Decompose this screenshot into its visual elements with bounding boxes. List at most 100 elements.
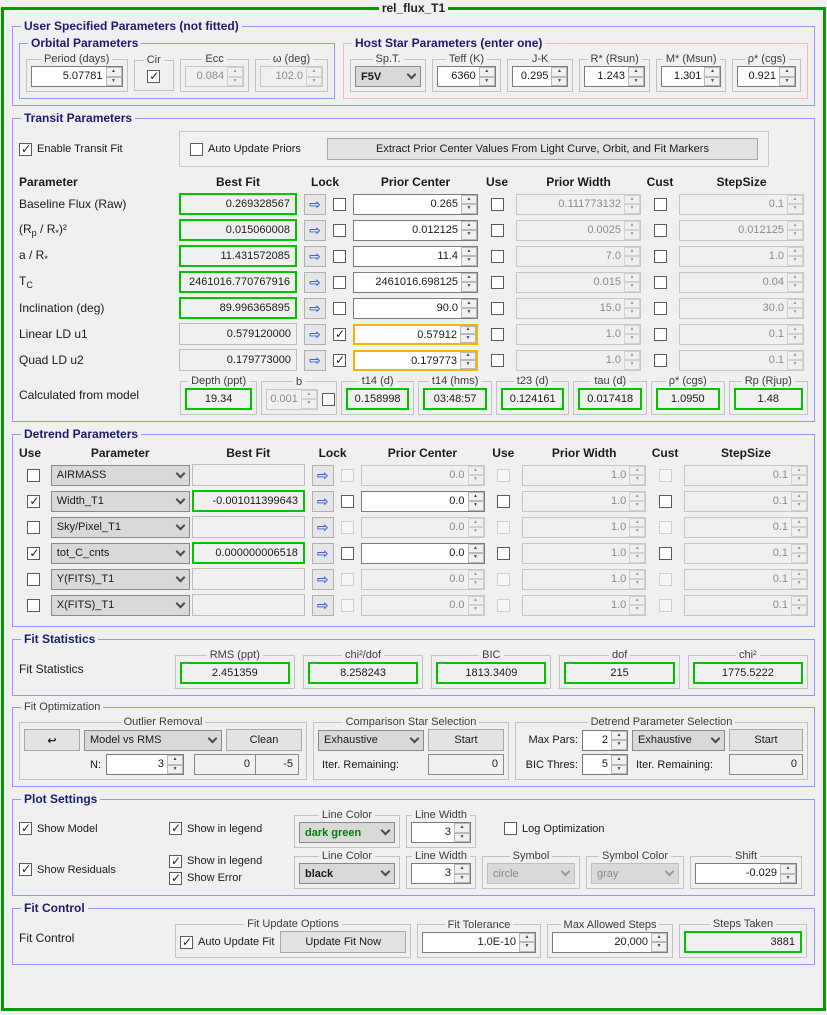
spinner-buttons[interactable]: ▲▼ [629, 492, 645, 511]
spin-down-icon[interactable]: ▼ [791, 527, 807, 537]
use-prior-checkbox[interactable] [497, 547, 510, 560]
spinner-buttons[interactable]: ▲▼ [651, 933, 667, 952]
detrend-param-combo[interactable]: X(FITS)_T1 [51, 595, 190, 616]
spinner-buttons[interactable]: ▲▼ [624, 273, 640, 292]
use-detrend-checkbox[interactable] [27, 573, 40, 586]
prior-center-spinner[interactable]: 2461016.698125▲▼ [353, 272, 478, 293]
stepsize-spinner[interactable]: 30.0▲▼ [679, 298, 804, 319]
spin-up-icon[interactable]: ▲ [468, 466, 484, 476]
spin-down-icon[interactable]: ▼ [624, 334, 640, 344]
prior-width-spinner[interactable]: 0.111773132▲▼ [516, 194, 641, 215]
stepsize-spinner[interactable]: 0.1▲▼ [679, 194, 804, 215]
spinner-buttons[interactable]: ▲▼ [461, 221, 477, 240]
spin-down-icon[interactable]: ▼ [461, 204, 477, 214]
spin-up-icon[interactable]: ▲ [624, 247, 640, 257]
spinner-buttons[interactable]: ▲▼ [454, 823, 470, 842]
use-detrend-checkbox[interactable] [27, 599, 40, 612]
spinner-buttons[interactable]: ▲▼ [301, 390, 317, 409]
lock-checkbox[interactable] [341, 547, 354, 560]
stepsize-spinner[interactable]: 1.0▲▼ [679, 246, 804, 267]
show-error-checkbox[interactable] [169, 872, 182, 885]
spin-up-icon[interactable]: ▲ [468, 544, 484, 554]
prior-width-spinner[interactable]: 1.0▲▼ [522, 543, 646, 564]
spinner-buttons[interactable]: ▲▼ [611, 731, 627, 750]
spin-down-icon[interactable]: ▼ [629, 501, 645, 511]
prior-center-spinner[interactable]: 0.265▲▼ [353, 194, 478, 215]
spin-up-icon[interactable]: ▲ [306, 67, 322, 77]
spin-down-icon[interactable]: ▼ [611, 765, 627, 775]
spin-up-icon[interactable]: ▲ [454, 823, 470, 833]
comparison-method-combo[interactable]: Exhaustive [318, 730, 424, 751]
spin-down-icon[interactable]: ▼ [624, 282, 640, 292]
impact-checkbox[interactable] [322, 393, 335, 406]
detrend-start-button[interactable]: Start [729, 729, 803, 751]
copy-best-to-prior-button[interactable]: ⇨ [304, 220, 326, 241]
copy-best-to-prior-button[interactable]: ⇨ [312, 517, 334, 538]
spinner-buttons[interactable]: ▲▼ [779, 67, 795, 86]
spin-down-icon[interactable]: ▼ [629, 527, 645, 537]
spin-up-icon[interactable]: ▲ [454, 864, 470, 874]
use-detrend-checkbox[interactable] [27, 469, 40, 482]
spin-up-icon[interactable]: ▲ [468, 492, 484, 502]
spin-up-icon[interactable]: ▲ [629, 492, 645, 502]
detrend-param-combo[interactable]: Sky/Pixel_T1 [51, 517, 190, 538]
prior-width-spinner[interactable]: 1.0▲▼ [522, 465, 646, 486]
prior-center-spinner[interactable]: 0.0▲▼ [361, 543, 485, 564]
spin-up-icon[interactable]: ▲ [461, 195, 477, 205]
spin-up-icon[interactable]: ▲ [468, 596, 484, 606]
spin-down-icon[interactable]: ▼ [468, 475, 484, 485]
spin-down-icon[interactable]: ▼ [468, 605, 484, 615]
spinner-buttons[interactable]: ▲▼ [106, 67, 122, 86]
clean-button[interactable]: Clean [226, 729, 302, 751]
prior-width-spinner[interactable]: 1.0▲▼ [522, 569, 646, 590]
max-steps-spinner[interactable]: 20,000▲▼ [552, 932, 668, 953]
prior-width-spinner[interactable]: 0.015▲▼ [516, 272, 641, 293]
spin-down-icon[interactable]: ▼ [461, 256, 477, 266]
prior-center-spinner[interactable]: 0.179773▲▼ [353, 350, 478, 371]
shift-spinner[interactable]: -0.029▲▼ [695, 863, 797, 884]
model-line-width-spinner[interactable]: 3▲▼ [411, 822, 471, 843]
prior-width-spinner[interactable]: 1.0▲▼ [522, 491, 646, 512]
spin-up-icon[interactable]: ▲ [461, 247, 477, 257]
spin-up-icon[interactable]: ▲ [629, 518, 645, 528]
jk-spinner[interactable]: 0.295▲▼ [512, 66, 569, 87]
stepsize-spinner[interactable]: 0.04▲▼ [679, 272, 804, 293]
detrend-method-combo[interactable]: Exhaustive [632, 730, 725, 751]
prior-center-spinner[interactable]: 0.012125▲▼ [353, 220, 478, 241]
use-prior-checkbox[interactable] [491, 276, 504, 289]
spin-up-icon[interactable]: ▲ [791, 466, 807, 476]
lock-checkbox[interactable] [333, 354, 346, 367]
spin-up-icon[interactable]: ▲ [624, 299, 640, 309]
cust-step-checkbox[interactable] [654, 328, 667, 341]
spin-up-icon[interactable]: ▲ [468, 518, 484, 528]
spin-up-icon[interactable]: ▲ [624, 221, 640, 231]
prior-center-spinner[interactable]: 11.4▲▼ [353, 246, 478, 267]
spin-up-icon[interactable]: ▲ [468, 570, 484, 580]
mstar-spinner[interactable]: 1.301▲▼ [661, 66, 721, 87]
enable-transit-fit-checkbox[interactable] [19, 143, 32, 156]
residuals-show-in-legend-checkbox[interactable] [169, 855, 182, 868]
spinner-buttons[interactable]: ▲▼ [611, 755, 627, 774]
spin-down-icon[interactable]: ▼ [468, 527, 484, 537]
spin-up-icon[interactable]: ▲ [787, 325, 803, 335]
spinner-buttons[interactable]: ▲▼ [791, 492, 807, 511]
spin-up-icon[interactable]: ▲ [624, 351, 640, 361]
spin-up-icon[interactable]: ▲ [611, 755, 627, 765]
spin-down-icon[interactable]: ▼ [468, 579, 484, 589]
spin-up-icon[interactable]: ▲ [779, 67, 795, 77]
stepsize-spinner[interactable]: 0.1▲▼ [679, 350, 804, 371]
spin-up-icon[interactable]: ▲ [624, 195, 640, 205]
spinner-buttons[interactable]: ▲▼ [468, 492, 484, 511]
comparison-start-button[interactable]: Start [428, 729, 504, 751]
outlier-method-combo[interactable]: Model vs RMS [84, 730, 222, 751]
spinner-buttons[interactable]: ▲▼ [461, 247, 477, 266]
lock-checkbox[interactable] [333, 276, 346, 289]
spinner-buttons[interactable]: ▲▼ [460, 326, 476, 343]
spinner-buttons[interactable]: ▲▼ [787, 351, 803, 370]
spin-down-icon[interactable]: ▼ [787, 360, 803, 370]
spinner-buttons[interactable]: ▲▼ [780, 864, 796, 883]
spin-down-icon[interactable]: ▼ [454, 874, 470, 884]
spin-up-icon[interactable]: ▲ [791, 492, 807, 502]
spin-down-icon[interactable]: ▼ [551, 77, 567, 87]
spin-down-icon[interactable]: ▼ [779, 77, 795, 87]
